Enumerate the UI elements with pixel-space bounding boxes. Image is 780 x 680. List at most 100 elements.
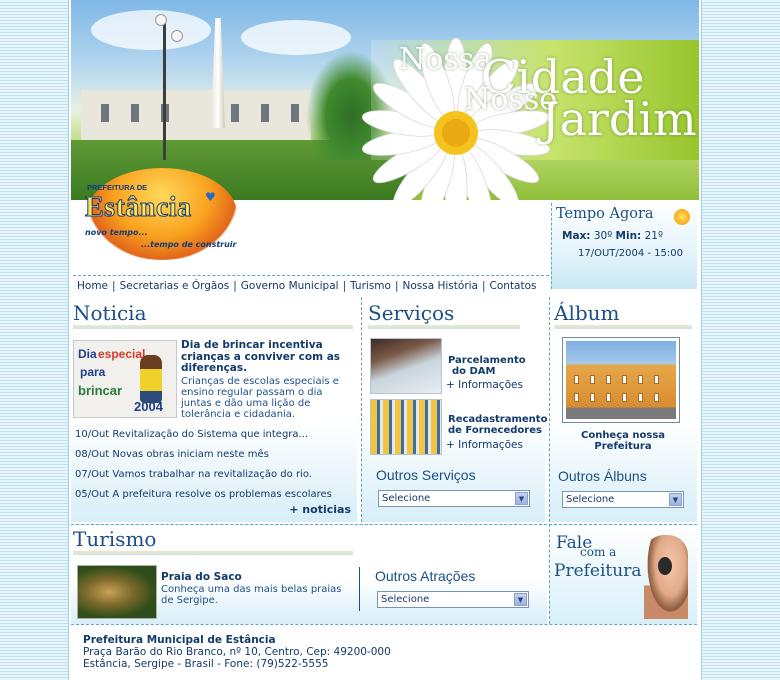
title-rule (73, 325, 353, 329)
nav-home[interactable]: Home (73, 280, 112, 292)
select-value: Selecione (382, 493, 431, 504)
lamp-globe (155, 14, 167, 26)
photo-window (574, 393, 579, 402)
headset-icon (658, 557, 672, 575)
chevron-down-icon[interactable]: ▼ (514, 593, 527, 606)
servicos-title: Serviços (368, 301, 455, 325)
file-folders-image[interactable] (370, 399, 442, 455)
service-label[interactable]: Recadastramento de Fornecedores (448, 414, 547, 436)
chevron-down-icon[interactable]: ▼ (669, 493, 682, 506)
list-item[interactable]: 08/Out Novas obras iniciam neste mês (75, 449, 355, 469)
weather-temperatures: Max: 30º Min: 21º (562, 230, 663, 242)
main-nav: Home | Secretarias e Órgãos | Governo Mu… (73, 275, 549, 295)
nav-secretarias[interactable]: Secretarias e Órgãos (116, 280, 234, 292)
outros-albuns-title: Outros Álbuns (558, 468, 647, 484)
max-label: Max: (562, 230, 591, 242)
photo-window (606, 393, 611, 402)
photo-window (574, 375, 579, 384)
service-label-line: de Fornecedores (448, 425, 542, 436)
lamp-globe (171, 30, 183, 42)
max-value: 30º (593, 230, 613, 242)
slogan-jardim: Jardim (541, 92, 697, 146)
service-label-line: do DAM (452, 366, 496, 377)
outros-servicos-title: Outros Serviços (376, 467, 476, 483)
photo-window (622, 393, 627, 402)
turismo-title: Turismo (73, 527, 157, 551)
service-label-line: Recadastramento (448, 414, 548, 425)
right-decorative-stripes (700, 0, 780, 680)
logo-name: Estância (85, 192, 192, 224)
footer-address: Praça Barão do Rio Branco, nº 10, Centro… (83, 646, 391, 658)
noticia-header: Noticia (73, 301, 353, 329)
photo-window (622, 375, 627, 384)
select-value: Selecione (566, 494, 615, 505)
service-info-link[interactable]: + Informações (446, 439, 523, 451)
nav-contatos[interactable]: Contatos (486, 280, 541, 292)
prefeitura-building-photo (566, 341, 676, 419)
service-info-link[interactable]: + Informações (446, 379, 523, 391)
child-figure (140, 355, 162, 403)
photo-window (638, 393, 643, 402)
building-window (231, 104, 239, 122)
cloud (91, 10, 211, 50)
calculator-image[interactable] (370, 338, 442, 394)
news-thumbnail[interactable]: Dia especial para brincar 2004 (73, 340, 177, 418)
thumb-word: brincar (78, 383, 123, 398)
outros-servicos-select[interactable]: Selecione ▼ (378, 490, 530, 507)
title-rule (554, 325, 692, 329)
service-label-line: Parcelamento (448, 355, 526, 366)
turismo-header: Turismo (73, 527, 353, 555)
slogan-nossa: Nossa (399, 42, 492, 77)
weather-widget: Tempo Agora Max: 30º Min: 21º 17/OUT/200… (551, 203, 697, 289)
album-header: Álbum (554, 301, 692, 329)
photo-window (606, 375, 611, 384)
footer-city-phone: Estância, Sergipe - Brasil - Fone: (79)5… (83, 658, 329, 670)
min-label: Min: (615, 230, 642, 242)
tourism-place-desc: Conheça uma das mais belas praias de Ser… (161, 584, 342, 606)
news-list: 10/Out Revitalização do Sistema que inte… (75, 429, 355, 509)
title-rule (368, 325, 520, 329)
album-photo-frame[interactable] (562, 337, 680, 423)
outros-albuns-select[interactable]: Selecione ▼ (562, 491, 684, 508)
obelisk-image (211, 18, 225, 128)
thumb-word: especial (98, 347, 146, 361)
building-window (261, 104, 269, 122)
servicos-header: Serviços (368, 301, 520, 329)
outros-atracoes-select[interactable]: Selecione ▼ (377, 591, 529, 608)
coconut-image[interactable] (77, 565, 157, 619)
photo-window (654, 375, 659, 384)
news-headline[interactable]: Dia de brincar incentiva crianças a conv… (181, 339, 353, 375)
nav-turismo[interactable]: Turismo (346, 280, 395, 292)
more-news-link[interactable]: + noticias (289, 503, 351, 516)
heart-icon: ♥ (205, 190, 216, 204)
service-label[interactable]: Parcelamento do DAM (448, 355, 526, 377)
tourism-place-name[interactable]: Praia do Saco (161, 571, 242, 583)
turismo-section: Turismo Praia do Saco Conheça uma das ma… (71, 524, 547, 624)
logo-tagline-2: ...tempo de construir (141, 240, 237, 249)
nav-historia[interactable]: Nossa História (399, 280, 482, 292)
fale-word: Prefeitura (554, 561, 642, 581)
building-window (291, 104, 299, 122)
photo-window (654, 393, 659, 402)
left-decorative-stripes (0, 0, 68, 680)
news-lead: Crianças de escolas especiais e ensino r… (181, 376, 339, 420)
album-title: Álbum (554, 301, 620, 325)
photo-window (638, 375, 643, 384)
list-item[interactable]: 07/Out Vamos trabalhar na revitalização … (75, 469, 355, 489)
photo-window (590, 393, 595, 402)
min-value: 21º (644, 230, 663, 242)
call-center-operator-image (644, 535, 688, 619)
weather-title: Tempo Agora (556, 206, 654, 222)
weather-datetime: 17/OUT/2004 - 15:00 (578, 248, 683, 259)
album-section: Álbum Conheça nossa Prefeitura Outros Ál… (549, 297, 697, 522)
album-caption[interactable]: Conheça nossa Prefeitura (550, 430, 696, 452)
outros-atracoes-title: Outros Atrações (375, 568, 476, 584)
list-item[interactable]: 10/Out Revitalização do Sistema que inte… (75, 429, 355, 449)
prefeitura-logo[interactable]: PREFEITURA DE Estância ♥ novo tempo... .… (75, 168, 245, 260)
nav-governo[interactable]: Governo Municipal (237, 280, 343, 292)
chevron-down-icon[interactable]: ▼ (515, 492, 528, 505)
servicos-section: Serviços Parcelamento do DAM + Informaçõ… (361, 297, 547, 522)
fale-com-prefeitura-banner[interactable]: Fale com a Prefeitura (549, 524, 697, 624)
title-rule (73, 551, 353, 555)
page-container: Nossa Cidade Nosso Jardim PREFEITURA DE … (68, 0, 702, 680)
